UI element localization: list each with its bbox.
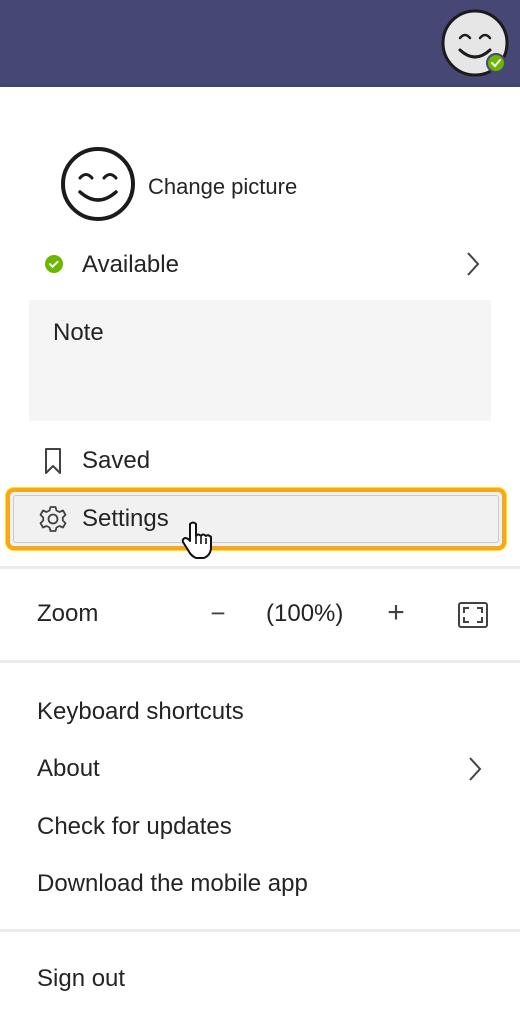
chevron-right-icon (467, 252, 480, 276)
divider (0, 566, 520, 569)
hand-pointer-icon (181, 521, 212, 559)
user-avatar-button[interactable] (440, 8, 510, 78)
bookmark-icon (45, 448, 61, 474)
zoom-label: Zoom (37, 600, 99, 627)
settings-label: Settings (82, 505, 169, 532)
fullscreen-icon[interactable] (458, 602, 488, 628)
divider (0, 929, 520, 932)
chevron-right-icon (469, 757, 482, 781)
about-link[interactable]: About (37, 755, 100, 783)
profile-picture[interactable] (58, 144, 138, 224)
zoom-out-button[interactable]: − (204, 598, 232, 628)
change-picture-link[interactable]: Change picture (148, 174, 297, 200)
settings-menu-item[interactable]: Settings (0, 497, 520, 543)
status-selector[interactable]: Available (0, 242, 520, 288)
status-label: Available (82, 251, 179, 278)
zoom-in-button[interactable]: + (382, 596, 410, 629)
app-header-bar (0, 0, 520, 87)
gear-icon (39, 506, 67, 532)
zoom-level: (100%) (266, 600, 344, 627)
divider (0, 660, 520, 663)
sign-out-button[interactable]: Sign out (37, 965, 125, 993)
download-mobile-app-link[interactable]: Download the mobile app (37, 870, 308, 898)
saved-label: Saved (82, 447, 151, 474)
keyboard-shortcuts-link[interactable]: Keyboard shortcuts (37, 698, 244, 726)
saved-menu-item[interactable]: Saved (0, 439, 520, 485)
check-circle-icon (45, 255, 63, 273)
check-for-updates-link[interactable]: Check for updates (37, 813, 232, 841)
status-note-field[interactable]: Note (29, 300, 491, 421)
